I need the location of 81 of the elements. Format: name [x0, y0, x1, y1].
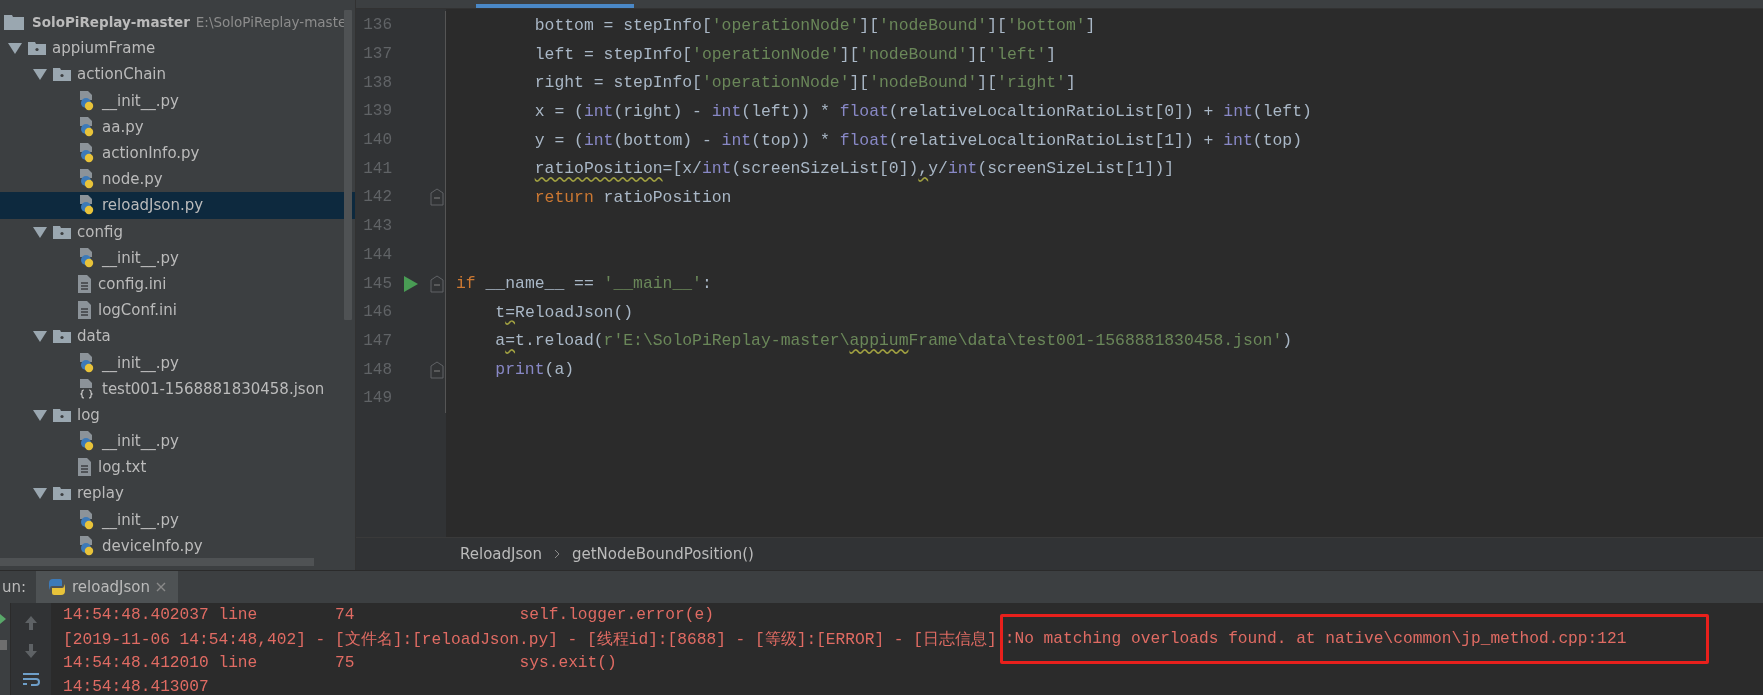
tree-item[interactable]: __init__.py	[0, 428, 355, 455]
chevron-icon	[553, 549, 560, 559]
code-line: left = stepInfo['operationNode']['nodeBound']['left']	[533, 44, 1057, 64]
folder-icon	[28, 41, 46, 56]
folder-icon	[53, 224, 71, 239]
python-icon	[48, 578, 66, 596]
log-text: 14:54:48.412010 line 75 sys.exit()	[63, 654, 617, 672]
tree-item[interactable]: actionInfo.py	[0, 139, 355, 167]
stop-icon[interactable]	[0, 639, 8, 651]
tree-item[interactable]: node.py	[0, 166, 355, 193]
code-line: y = (int(bottom) - int(top)) * float(relativeLocaltionRatioList[1]) + int(top)	[533, 130, 1302, 150]
expand-arrow-icon[interactable]	[33, 330, 47, 343]
tree-item[interactable]: deviceInfo.py	[0, 532, 355, 558]
python-file-icon	[78, 169, 96, 190]
text-file-icon	[78, 458, 92, 477]
code-line: right = stepInfo['operationNode']['nodeBound']['right']	[533, 73, 1076, 93]
rerun-icon[interactable]	[0, 613, 8, 625]
code-line: ratioPosition=[x/int(screenSizeList[0]),y/int(screenSizeList[1])]	[533, 159, 1175, 179]
scrollbar-thumb[interactable]	[344, 10, 352, 320]
tree-item[interactable]: __init__.py	[0, 506, 355, 533]
project-path: E:\SoloPiReplay-maste	[195, 14, 347, 31]
tree-item[interactable]: __init__.py	[0, 244, 355, 271]
tree-item[interactable]: appiumFrame	[0, 35, 355, 62]
code-line: bottom = stepInfo['operationNode']['nodeBound']['bottom']	[533, 15, 1096, 35]
tree-item[interactable]: log	[0, 401, 355, 428]
python-file-icon	[78, 352, 96, 373]
down-arrow-icon[interactable]	[23, 643, 39, 659]
expand-arrow-icon[interactable]	[33, 68, 47, 81]
folder-icon	[53, 407, 71, 422]
python-file-icon	[78, 535, 96, 556]
tree-item[interactable]: reloadJson.py	[0, 192, 355, 219]
folder-icon	[53, 486, 71, 501]
run-tab[interactable]: reloadJson	[36, 571, 179, 603]
breadcrumb[interactable]: ReloadJson	[460, 545, 542, 563]
code-line: x = (int(right) - int(left)) * float(relativeLocaltionRatioList[0]) + int(left)	[533, 101, 1312, 121]
fold-marker-icon[interactable]	[430, 274, 444, 293]
python-file-icon	[78, 195, 96, 216]
tree-item[interactable]: replay	[0, 480, 355, 507]
python-file-icon	[78, 509, 96, 530]
up-arrow-icon[interactable]	[23, 615, 39, 631]
code-line: a=t.reload(r'E:\SoloPiReplay-master\appiumFrame\data\test001-1568881830458.json')	[494, 331, 1293, 351]
code-line: if __name__ == '__main__':	[456, 274, 712, 294]
tree-item[interactable]: test001-1568881830458.json	[0, 375, 355, 402]
breadcrumb[interactable]: getNodeBoundPosition()	[571, 545, 754, 563]
log-text: 14:54:48.402037 line 74 self.logger.error(e)	[63, 606, 714, 624]
code-line: print(a)	[494, 360, 575, 380]
folder-icon	[53, 329, 71, 344]
python-file-icon	[78, 90, 96, 111]
python-file-icon	[78, 143, 96, 164]
fold-marker-icon[interactable]	[430, 360, 444, 379]
log-text: [2019-11-06 14:54:48,402] - [文件名]:[reloadJson.py] - [线程id]:[8688] - [等级]:[ERROR] - [日志信息]	[63, 629, 997, 650]
tree-item[interactable]: __init__.py	[0, 87, 355, 114]
project-name[interactable]: SoloPiReplay-master	[32, 14, 190, 31]
python-file-icon	[78, 431, 96, 452]
tree-item[interactable]: config	[0, 218, 355, 245]
tree-item[interactable]: logConf.ini	[0, 297, 355, 324]
expand-arrow-icon[interactable]	[8, 42, 22, 55]
python-file-icon	[78, 116, 96, 137]
folder-icon	[53, 67, 71, 82]
tree-item[interactable]: aa.py	[0, 113, 355, 140]
close-icon[interactable]	[156, 582, 167, 592]
code-line: t=ReloadJson()	[494, 302, 634, 322]
tree-item[interactable]: data	[0, 323, 355, 350]
fold-marker-icon[interactable]	[430, 188, 444, 207]
code-line: return ratioPosition	[533, 187, 732, 207]
run-icon[interactable]	[404, 275, 418, 292]
python-file-icon	[78, 247, 96, 268]
run-label: un:	[2, 578, 28, 596]
soft-wrap-icon[interactable]	[22, 671, 40, 687]
folder-icon	[4, 14, 24, 30]
text-file-icon	[78, 274, 92, 293]
expand-arrow-icon[interactable]	[33, 487, 47, 500]
highlighted-log-text: :No matching overloads found. at native\common\jp_method.cpp:121	[999, 614, 1710, 664]
tree-item[interactable]: __init__.py	[0, 349, 355, 376]
tree-item[interactable]: actionChain	[0, 61, 355, 88]
tree-item[interactable]: config.ini	[0, 270, 355, 298]
tree-item[interactable]: log.txt	[0, 454, 355, 481]
log-text: 14:54:48.413007	[63, 678, 209, 695]
text-file-icon	[78, 301, 92, 320]
expand-arrow-icon[interactable]	[33, 408, 47, 421]
expand-arrow-icon[interactable]	[33, 225, 47, 238]
